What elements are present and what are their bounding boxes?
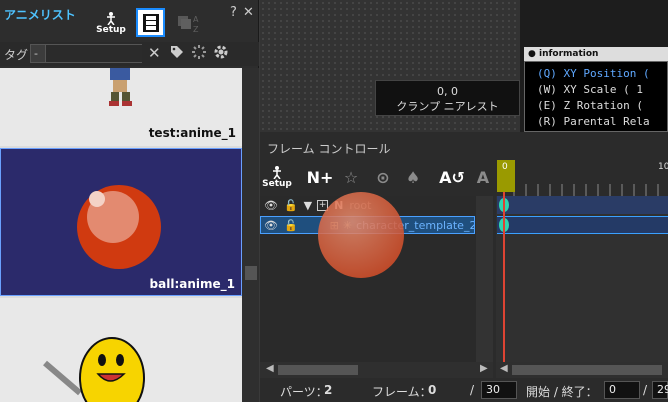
scrollbar-thumb[interactable]: [512, 365, 662, 375]
filter-mode: クランプ ニアレスト: [396, 100, 499, 113]
anime-list-item[interactable]: [0, 298, 242, 402]
target-plus-icon: ⊙: [376, 167, 390, 187]
text-button[interactable]: A: [468, 162, 498, 192]
anime-list-scrollbar[interactable]: [242, 68, 259, 402]
sort-icon: AZ: [178, 15, 199, 34]
coordinate-readout: 0, 0: [437, 85, 458, 98]
parts-count: 2: [324, 383, 333, 397]
frame-total-input[interactable]: 30: [481, 381, 517, 399]
person-icon: [273, 166, 281, 179]
range-label: 開始 / 終了：: [526, 385, 598, 399]
current-frame: 0: [428, 383, 437, 397]
add-null-button[interactable]: N+: [305, 162, 335, 192]
add-star-button[interactable]: ☆: [336, 162, 366, 192]
sort-az-button[interactable]: AZ: [176, 10, 204, 36]
gear-icon[interactable]: [213, 44, 229, 60]
close-button[interactable]: ✕: [243, 5, 254, 20]
add-null-icon: N+: [306, 167, 334, 187]
svg-text:A: A: [193, 15, 199, 24]
collapse-triangle-icon[interactable]: ▼: [304, 199, 312, 212]
help-button[interactable]: ?: [230, 5, 237, 20]
scroll-left-icon[interactable]: ◀: [266, 363, 274, 374]
setup-label: Setup: [96, 25, 126, 35]
tag-icon[interactable]: [169, 44, 185, 60]
frame-label: フレーム：: [372, 385, 432, 399]
information-box: (Q) XY Position ( (W) XY Scale ( 1 (E) Z…: [524, 61, 668, 132]
sparkle-icon: ✳: [342, 218, 353, 232]
setup-button[interactable]: Setup: [95, 8, 127, 38]
person-icon: [107, 12, 115, 25]
lock-icon[interactable]: 🔓: [284, 219, 298, 232]
range-end-input[interactable]: 29: [652, 381, 668, 399]
anime-list-title: アニメリスト: [4, 8, 76, 22]
svg-text:Z: Z: [193, 25, 199, 34]
visibility-eye-icon[interactable]: 👁: [264, 199, 278, 212]
info-line: (W) XY Scale ( 1: [537, 83, 643, 96]
info-line: (R) Parental Rela: [537, 115, 650, 128]
tag-select[interactable]: -: [30, 44, 142, 63]
ball-thumbnail: [77, 185, 161, 269]
bone-plus-icon: ♠: [405, 167, 421, 187]
tree-row-root[interactable]: 👁 🔓 ▼ + N root: [260, 196, 475, 214]
fc-setup-button[interactable]: Setup: [262, 162, 292, 192]
range-start-input[interactable]: 0: [604, 381, 640, 399]
frame-control-title: フレーム コントロール: [267, 142, 391, 156]
visibility-eye-icon[interactable]: 👁: [264, 219, 278, 232]
ruler-start-label: 0: [502, 162, 508, 172]
tree-row-selected[interactable]: 👁 🔓 ⊞ ✳ character_template_2: [260, 216, 475, 234]
information-header: ● information: [524, 47, 668, 61]
tree-scrollbar[interactable]: [476, 196, 493, 362]
character-thumbnail: [109, 68, 132, 106]
anime-item-label: test:anime_1: [148, 126, 236, 140]
tag-select-value: -: [34, 47, 38, 60]
character-thumbnail: [43, 337, 145, 402]
tag-dropdown-area: [45, 45, 142, 62]
image-part-icon: ⊞: [329, 218, 339, 232]
add-point-button[interactable]: ⊙: [368, 162, 398, 192]
ruler-ten-label: 10: [658, 162, 668, 172]
loading-icon[interactable]: [191, 44, 207, 60]
playhead-line: [503, 192, 505, 362]
timeline-track[interactable]: [497, 196, 668, 214]
lock-icon[interactable]: 🔓: [284, 199, 298, 212]
anime-item-label: ball:anime_1: [149, 277, 235, 291]
anime-list-item-selected[interactable]: ball:anime_1: [0, 148, 242, 296]
scroll-right-icon[interactable]: ▶: [480, 363, 488, 374]
scrollbar-thumb[interactable]: [245, 266, 257, 280]
scrollbar-thumb[interactable]: [278, 365, 358, 375]
range-slash: /: [643, 383, 648, 397]
timeline-hscroll[interactable]: ◀: [496, 362, 668, 378]
information-title: information: [539, 49, 599, 59]
anime-list-item[interactable]: test:anime_1: [0, 68, 242, 146]
rotate-text-button[interactable]: A↺: [437, 162, 467, 192]
clear-tag-icon[interactable]: ✕: [148, 44, 161, 62]
rotate-text-icon: A↺: [439, 167, 465, 187]
expand-box-icon[interactable]: +: [317, 199, 329, 211]
text-icon: A: [476, 167, 490, 187]
anime-list[interactable]: test:anime_1 ball:anime_1: [0, 68, 242, 402]
star-plus-icon: ☆: [343, 167, 359, 187]
scroll-left-icon[interactable]: ◀: [500, 363, 508, 374]
null-node-icon: N: [334, 198, 344, 212]
viewport-info-box: 0, 0 クランプ ニアレスト: [375, 80, 520, 116]
tree-item-label: root: [349, 198, 372, 212]
film-icon: [142, 13, 159, 32]
tag-label: タグ: [4, 48, 29, 62]
fc-setup-label: Setup: [262, 179, 292, 189]
timeline-track-selected[interactable]: [497, 216, 668, 234]
film-list-button[interactable]: [136, 8, 165, 37]
tree-hscroll[interactable]: ◀ ▶: [260, 362, 493, 378]
tree-item-label: character_template_2: [356, 218, 474, 232]
add-bone-button[interactable]: ♠: [398, 162, 428, 192]
ruler-ticks: [513, 184, 659, 196]
info-line: (Q) XY Position (: [537, 67, 650, 80]
info-line: (E) Z Rotation (: [537, 99, 643, 112]
frame-slash: /: [470, 383, 475, 397]
parts-label: パーツ：: [280, 385, 328, 399]
